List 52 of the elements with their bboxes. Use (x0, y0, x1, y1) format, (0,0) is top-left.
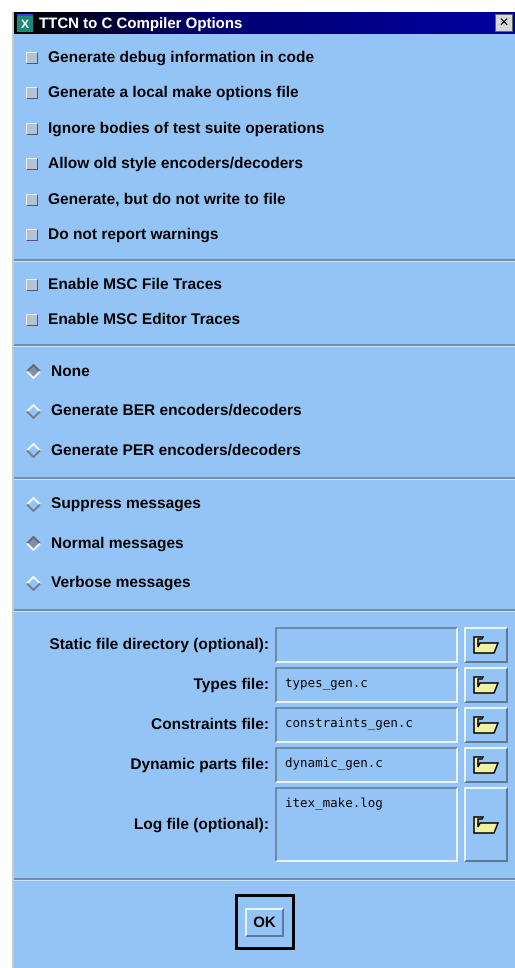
radio-label: Normal messages (51, 534, 184, 553)
checkbox[interactable] (26, 122, 38, 135)
checkbox-label: Generate, but do not write to file (48, 190, 286, 209)
checkbox-label: Allow old style encoders/decoders (48, 155, 303, 174)
folder-icon (472, 814, 500, 834)
folder-icon (472, 675, 500, 695)
field-label: Types file: (193, 676, 269, 694)
app-icon: X (17, 14, 33, 32)
radio-button[interactable] (26, 404, 41, 419)
checkbox-label: Ignore bodies of test suite operations (48, 120, 324, 138)
checkbox-label: Generate debug information in code (48, 48, 314, 67)
checkbox-label: Enable MSC Editor Traces (48, 311, 240, 330)
radio-label: Verbose messages (51, 574, 191, 592)
browse-button[interactable] (464, 667, 508, 703)
checkbox[interactable] (26, 278, 38, 291)
checkbox-label: Generate a local make options file (48, 84, 299, 102)
checkbox[interactable] (26, 158, 38, 170)
input-field[interactable]: constraints_gen.c (275, 707, 458, 743)
radio-button[interactable] (26, 536, 41, 552)
input-field[interactable]: itex_make.log (275, 787, 458, 862)
radio-label: Suppress messages (51, 495, 201, 514)
checkbox[interactable] (26, 314, 38, 326)
field-label: Dynamic parts file: (130, 756, 269, 774)
checkbox[interactable] (26, 52, 38, 64)
folder-icon (472, 755, 500, 775)
radio-button[interactable] (26, 576, 41, 591)
folder-icon (472, 715, 500, 735)
field-label: Static file directory (optional): (49, 636, 269, 654)
checkbox[interactable] (26, 194, 38, 206)
browse-button[interactable] (464, 787, 508, 862)
checkbox[interactable] (26, 229, 38, 242)
browse-button[interactable] (464, 707, 508, 743)
close-button[interactable]: × (495, 14, 513, 32)
radio-label: None (51, 362, 90, 381)
field-label: Constraints file: (151, 716, 269, 734)
browse-button[interactable] (464, 747, 508, 783)
input-field[interactable]: dynamic_gen.c (275, 747, 458, 783)
browse-button[interactable] (464, 627, 508, 663)
radio-label: Generate PER encoders/decoders (51, 442, 301, 460)
field-label: Log file (optional): (134, 816, 269, 834)
checkbox-label: Do not report warnings (48, 226, 218, 244)
radio-button[interactable] (26, 364, 41, 380)
radio-button[interactable] (26, 443, 41, 458)
input-field[interactable]: types_gen.c (275, 667, 458, 703)
radio-button[interactable] (26, 496, 41, 512)
folder-icon (472, 635, 500, 655)
ok-button[interactable]: OK (234, 894, 294, 950)
checkbox[interactable] (26, 87, 38, 100)
window-title: TTCN to C Compiler Options (39, 14, 244, 32)
checkbox-label: Enable MSC File Traces (48, 276, 222, 294)
input-field[interactable] (275, 627, 458, 663)
radio-label: Generate BER encoders/decoders (51, 402, 302, 420)
